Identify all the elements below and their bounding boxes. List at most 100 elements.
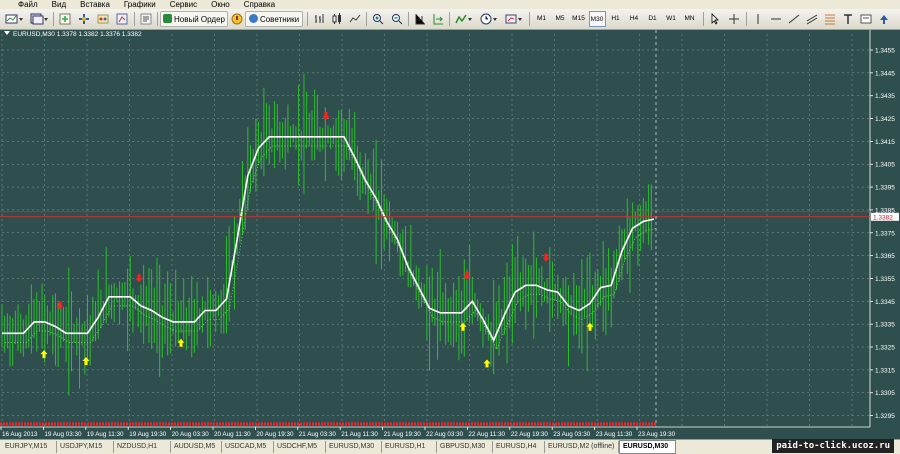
new-order-icon [163, 14, 172, 23]
expert-advisors-button[interactable]: Советники [245, 11, 303, 27]
chart-tab[interactable]: USDCHF,M5 [274, 441, 326, 453]
price-label: 1.3375 [875, 230, 895, 237]
price-label: 1.3405 [875, 162, 895, 169]
fibonacci-icon[interactable] [822, 11, 838, 27]
chart-tab[interactable]: EURJPY,M15 [2, 441, 57, 453]
new-chart-icon[interactable] [3, 11, 25, 27]
vertical-line-icon[interactable] [750, 11, 766, 27]
bar-chart-icon[interactable] [311, 11, 327, 27]
price-label: 1.3325 [875, 345, 895, 352]
menu-item-2[interactable]: Вставка [80, 0, 110, 9]
trendline-icon[interactable] [786, 11, 802, 27]
time-label: 19 Aug 19:30 [129, 431, 167, 438]
chart-tab[interactable]: EURUSD,M2 (offline) [545, 441, 619, 453]
crosshair-icon[interactable] [726, 11, 742, 27]
arrows-icon[interactable] [876, 11, 892, 27]
menu-item-6[interactable]: Справка [244, 0, 275, 9]
time-label: 21 Aug 11:30 [341, 431, 378, 438]
chart-tab[interactable]: NZDUSD,H1 [114, 441, 171, 453]
zoom-out-icon[interactable] [389, 11, 405, 27]
price-label: 1.3345 [875, 299, 895, 306]
menu-item-0[interactable]: Файл [18, 0, 38, 9]
metaeditor-icon[interactable] [138, 11, 154, 27]
terminal-icon[interactable] [95, 11, 111, 27]
indicators-icon[interactable] [453, 11, 475, 27]
watermark-text: paid-to-click.ucoz.ru [772, 439, 894, 453]
chart-window[interactable]: 1.3455 1.3445 1.3435 1.3425 1.3415 1.3405 1.33… [0, 30, 900, 439]
chart-tab[interactable]: EURUSD,H1 [382, 441, 437, 453]
price-label: 1.3365 [875, 253, 895, 260]
time-label: 21 Aug 19:30 [384, 431, 422, 438]
strategy-tester-icon[interactable] [114, 11, 130, 27]
chart-symbol-info: EURUSD,M30 1.3378 1.3382 1.3376 1.3382 [4, 31, 142, 38]
chart-background [0, 30, 900, 439]
time-label: 20 Aug 03:30 [172, 431, 210, 438]
experts-state-icon[interactable] [229, 11, 245, 27]
new-order-label: Новый Ордер [174, 15, 225, 24]
chart-tab[interactable]: USDCAD,M5 [222, 441, 274, 453]
price-chart[interactable]: 1.3455 1.3445 1.3435 1.3425 1.3415 1.3405 1.33… [0, 30, 900, 439]
menu-item-5[interactable]: Окно [211, 0, 230, 9]
timeframe-m5[interactable]: M5 [552, 11, 569, 27]
current-price-label: 1.3382 [873, 214, 893, 221]
channel-icon[interactable] [804, 11, 820, 27]
zoom-in-icon[interactable] [370, 11, 386, 27]
time-label: 23 Aug 19:30 [638, 431, 676, 438]
time-label: 22 Aug 19:30 [511, 431, 549, 438]
timeframe-h1[interactable]: H1 [607, 11, 624, 27]
menu-bar: Файл Вид Вставка Графики Сервис Окно Справка [0, 0, 900, 9]
time-label: 21 Aug 03:30 [299, 431, 337, 438]
time-label: 23 Aug 11:30 [596, 431, 633, 438]
menu-item-4[interactable]: Сервис [170, 0, 197, 9]
horizontal-line-icon[interactable] [768, 11, 784, 27]
price-label: 1.3435 [875, 93, 895, 100]
chart-tab[interactable]: USDJPY,M15 [57, 441, 114, 453]
profiles-icon[interactable] [28, 11, 50, 27]
price-label: 1.3295 [875, 413, 895, 420]
market-watch-icon[interactable] [57, 11, 73, 27]
navigator-icon[interactable] [76, 11, 92, 27]
candlestick-icon[interactable] [329, 11, 345, 27]
price-label: 1.3415 [875, 139, 895, 146]
timeframe-m30[interactable]: M30 [588, 11, 606, 27]
chart-tab[interactable]: AUDUSD,M5 [171, 441, 222, 453]
chart-menu-triangle-icon[interactable] [4, 31, 10, 35]
chart-tab[interactable]: GBPUSD,M30 [437, 441, 493, 453]
cursor-icon[interactable] [707, 11, 723, 27]
menu-item-3[interactable]: Графики [124, 0, 156, 9]
chart-tabs: EURJPY,M15 USDJPY,M15 NZDUSD,H1 AUDUSD,M5 US… [0, 439, 900, 454]
symbol-info-text: EURUSD,M30 1.3378 1.3382 1.3376 1.3382 [13, 31, 142, 38]
chart-tab[interactable]: EURUSD,H4 [493, 441, 545, 453]
timeframe-mn[interactable]: MN [681, 11, 698, 27]
time-label: 23 Aug 03:30 [553, 431, 591, 438]
timeframe-w1[interactable]: W1 [663, 11, 680, 27]
advisors-icon [248, 14, 258, 23]
menu-item-1[interactable]: Вид [52, 0, 66, 9]
main-toolbar: Новый Ордер Советники M1 M5 M15 M30 H1 H4 D1 W1… [0, 9, 900, 30]
timeframe-m1[interactable]: M1 [533, 11, 550, 27]
chart-shift-icon[interactable] [412, 11, 428, 27]
timeframe-d1[interactable]: D1 [644, 11, 661, 27]
time-label: 19 Aug 03:30 [44, 431, 82, 438]
chart-tab[interactable]: EURUSD,M30 [326, 441, 382, 453]
time-label: 19 Aug 11:30 [87, 431, 124, 438]
periods-icon[interactable] [478, 11, 500, 27]
timeframe-h4[interactable]: H4 [626, 11, 643, 27]
time-label: 20 Aug 19:30 [256, 431, 294, 438]
price-label: 1.3355 [875, 276, 895, 283]
autoscroll-icon[interactable] [430, 11, 446, 27]
price-label: 1.3425 [875, 116, 895, 123]
timeframe-m15[interactable]: M15 [570, 11, 587, 27]
text-label-icon[interactable] [840, 11, 856, 27]
time-label: 16 Aug 2013 [2, 431, 38, 438]
price-label: 1.3395 [875, 185, 895, 192]
time-label: 22 Aug 03:30 [426, 431, 464, 438]
text-label-icon-2[interactable] [858, 11, 874, 27]
time-label: 22 Aug 11:30 [468, 431, 505, 438]
price-label: 1.3455 [875, 47, 895, 54]
line-chart-icon[interactable] [347, 11, 363, 27]
new-order-button[interactable]: Новый Ордер [160, 11, 228, 27]
templates-icon[interactable] [503, 11, 525, 27]
advisors-label: Советники [259, 15, 300, 24]
chart-tab[interactable]: EURUSD,M30 [619, 440, 676, 454]
